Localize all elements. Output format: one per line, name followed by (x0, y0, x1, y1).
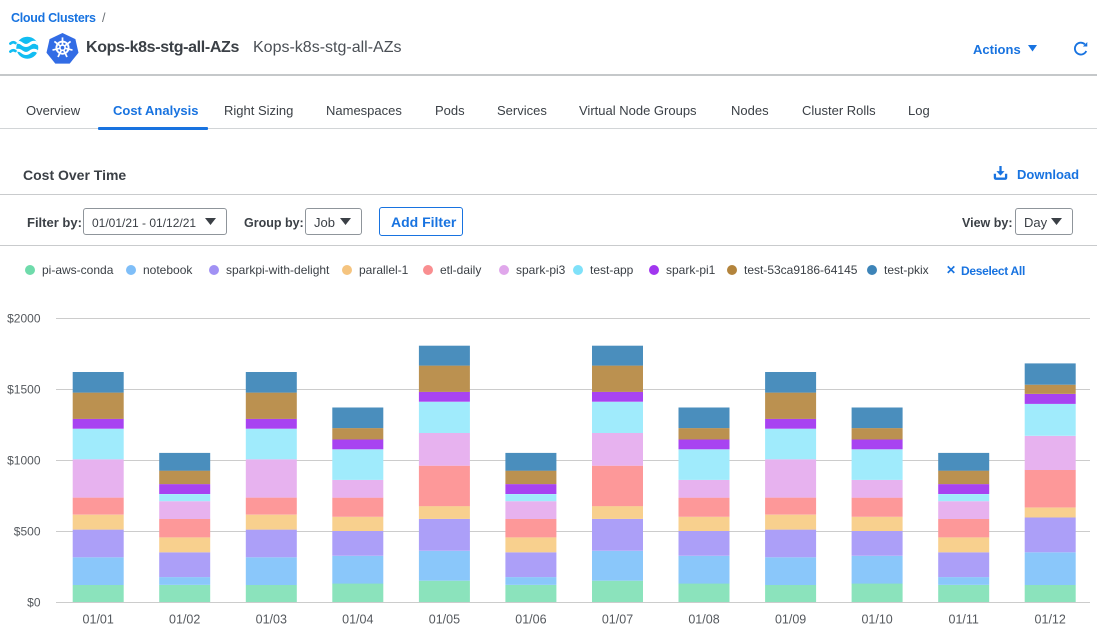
svg-text:01/11: 01/11 (949, 613, 979, 627)
svg-text:01/06: 01/06 (515, 613, 546, 627)
svg-text:01/09: 01/09 (775, 613, 806, 627)
svg-text:01/02: 01/02 (169, 613, 200, 627)
svg-text:$1000: $1000 (7, 454, 41, 468)
svg-text:01/01: 01/01 (83, 613, 114, 627)
svg-text:01/08: 01/08 (688, 613, 719, 627)
svg-text:$0: $0 (27, 596, 41, 610)
svg-text:01/07: 01/07 (602, 613, 633, 627)
svg-text:$500: $500 (14, 525, 41, 539)
svg-text:01/03: 01/03 (256, 613, 287, 627)
svg-text:01/10: 01/10 (861, 613, 892, 627)
svg-text:$1500: $1500 (7, 383, 41, 397)
svg-text:01/05: 01/05 (429, 613, 460, 627)
svg-text:$2000: $2000 (7, 312, 41, 326)
svg-text:01/12: 01/12 (1035, 613, 1066, 627)
svg-text:01/04: 01/04 (342, 613, 373, 627)
